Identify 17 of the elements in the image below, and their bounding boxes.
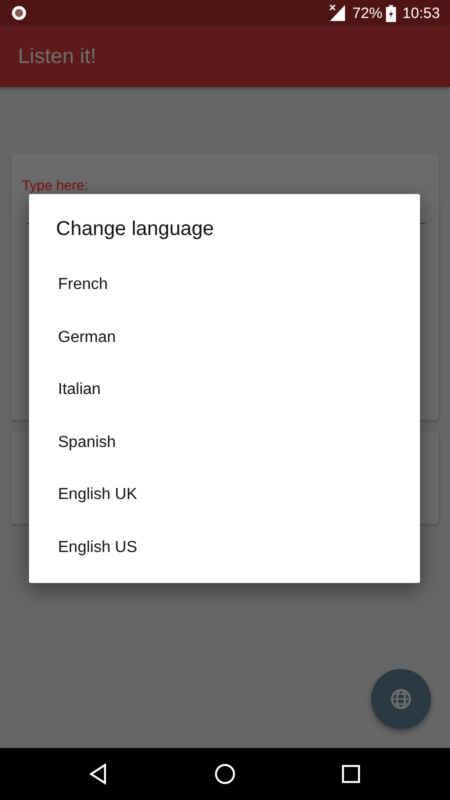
record-icon (11, 5, 27, 21)
clock-time: 10:53 (402, 4, 440, 22)
globe-icon (390, 688, 412, 710)
recents-button[interactable] (340, 763, 362, 785)
app-title: Listen it! (18, 44, 96, 68)
language-option[interactable]: Spanish (29, 416, 420, 469)
language-option[interactable]: English UK (29, 469, 420, 522)
field-label: Type here: (22, 177, 88, 193)
battery-percent: 72% (352, 4, 382, 22)
language-option[interactable]: German (29, 312, 420, 364)
home-button[interactable] (214, 763, 236, 785)
language-option[interactable]: French (29, 259, 420, 312)
battery-charging-icon (386, 4, 396, 22)
signal-icon (329, 4, 346, 22)
language-option[interactable]: Italian (29, 364, 420, 416)
dialog-title: Change language (56, 217, 215, 242)
language-option[interactable]: English US (29, 522, 420, 574)
